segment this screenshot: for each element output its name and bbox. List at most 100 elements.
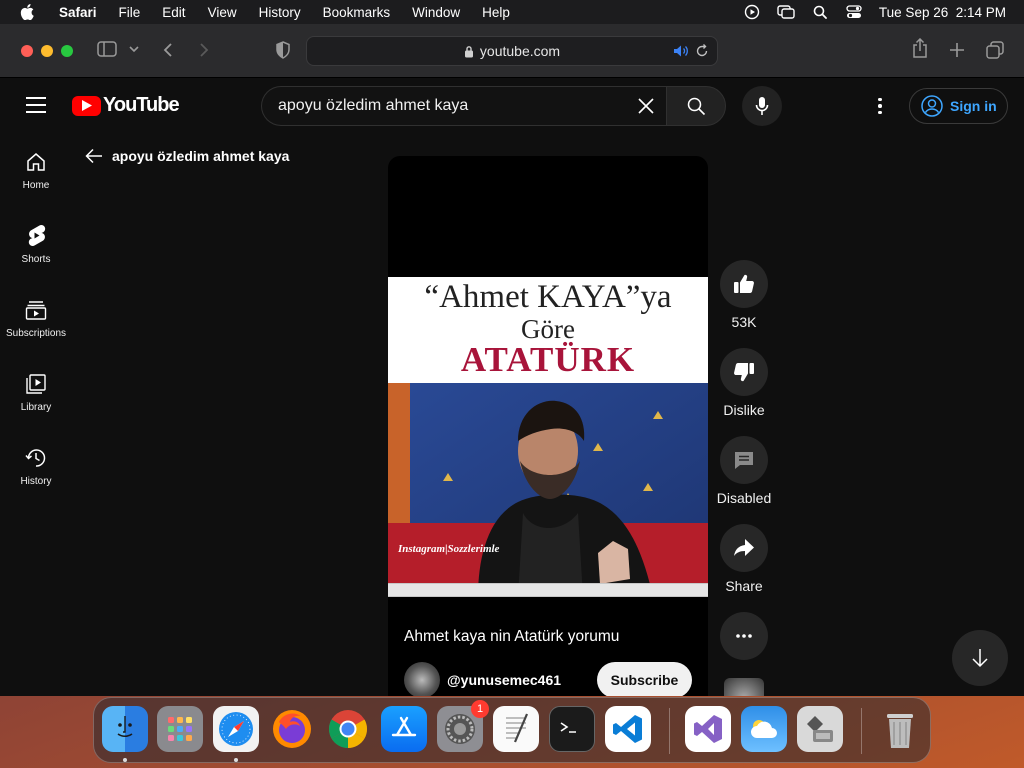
chevron-down-icon[interactable] — [129, 45, 139, 53]
nav-item-label: History — [20, 476, 52, 487]
arrow-down-icon — [972, 649, 988, 668]
screen-mirroring-icon[interactable] — [777, 4, 795, 20]
hamburger-menu-icon[interactable] — [26, 97, 46, 113]
more-options-button[interactable] — [720, 612, 768, 660]
window-controls — [21, 44, 73, 57]
account-icon — [921, 95, 943, 117]
reload-icon[interactable] — [695, 44, 709, 61]
like-button[interactable] — [720, 260, 768, 308]
next-video-button[interactable] — [952, 630, 1008, 686]
short-title[interactable]: Ahmet kaya nin Atatürk yorumu — [404, 628, 619, 646]
dislike-label: Dislike — [723, 402, 765, 418]
voice-search-button[interactable] — [742, 86, 782, 126]
dock-separator — [861, 708, 862, 754]
dock-chrome-icon[interactable] — [325, 706, 371, 752]
dock-terminal-icon[interactable] — [549, 706, 595, 752]
home-icon — [24, 150, 48, 174]
dock-running-indicator — [234, 758, 238, 762]
dock-textedit-icon[interactable] — [493, 706, 539, 752]
more-horizontal-icon — [736, 634, 752, 638]
macos-menubar: Safari File Edit View History Bookmarks … — [0, 0, 1024, 24]
back-arrow-icon[interactable] — [84, 146, 104, 166]
dock-running-indicator — [123, 758, 127, 762]
speaker-audio-icon[interactable] — [673, 44, 689, 61]
sound-avatar-thumbnail[interactable] — [724, 678, 764, 696]
channel-avatar[interactable] — [404, 662, 440, 696]
nav-item-label: Subscriptions — [5, 328, 67, 339]
sign-in-button[interactable]: Sign in — [909, 88, 1008, 124]
dock-safari-icon[interactable] — [213, 706, 259, 752]
dislike-button[interactable] — [720, 348, 768, 396]
safari-window: youtube.com YouTube apoyu özledim ahmet … — [0, 24, 1024, 696]
dock-app-store-icon[interactable] — [381, 706, 427, 752]
dock-weather-icon[interactable] — [741, 706, 787, 752]
dock-visual-studio-icon[interactable] — [685, 706, 731, 752]
privacy-shield-icon[interactable] — [275, 41, 291, 59]
zoom-window-button[interactable] — [61, 44, 73, 57]
dock-system-settings-icon[interactable]: 1 — [437, 700, 489, 752]
subscribe-button[interactable]: Subscribe — [597, 662, 692, 696]
youtube-logo[interactable]: YouTube — [72, 94, 180, 117]
dock-finder-icon[interactable] — [102, 706, 148, 752]
share-button[interactable] — [720, 524, 768, 572]
tab-overview-icon[interactable] — [986, 41, 1004, 59]
nav-item-subscriptions[interactable]: Subscriptions — [0, 282, 72, 356]
dock-migration-assistant-icon[interactable] — [797, 706, 843, 752]
nav-item-history[interactable]: History — [0, 430, 72, 504]
apple-menu-icon[interactable] — [18, 3, 36, 21]
menu-file[interactable]: File — [108, 5, 152, 20]
menu-bookmarks[interactable]: Bookmarks — [312, 5, 402, 20]
close-window-button[interactable] — [21, 44, 33, 57]
comments-button[interactable] — [720, 436, 768, 484]
dock-firefox-icon[interactable] — [269, 706, 315, 752]
settings-more-icon[interactable] — [870, 96, 890, 116]
forward-icon[interactable] — [198, 42, 210, 58]
comments-action: Disabled — [716, 436, 772, 506]
dock-vscode-icon[interactable] — [605, 706, 651, 752]
clear-search-icon[interactable] — [636, 96, 656, 116]
search-query-title: apoyu özledim ahmet kaya — [112, 148, 290, 164]
dock-launchpad-icon[interactable] — [157, 706, 203, 752]
share-icon[interactable] — [912, 38, 928, 58]
nav-item-home[interactable]: Home — [0, 134, 72, 208]
menubar-clock[interactable]: Tue Sep 26 2:14 PM — [879, 5, 1006, 20]
new-tab-icon[interactable] — [949, 42, 965, 58]
now-playing-icon[interactable] — [743, 4, 761, 20]
youtube-page: YouTube apoyu özledim ahmet kaya Sign in — [0, 78, 1024, 696]
history-icon — [24, 446, 48, 470]
nav-item-label: Library — [20, 402, 52, 413]
address-bar-url: youtube.com — [479, 43, 561, 59]
comment-icon — [735, 452, 753, 469]
nav-item-library[interactable]: Library — [0, 356, 72, 430]
like-count: 53K — [731, 314, 757, 330]
search-button[interactable] — [666, 86, 726, 126]
menu-history[interactable]: History — [248, 5, 312, 20]
microphone-icon — [755, 97, 769, 115]
video-frame-bottom-strip — [388, 584, 708, 596]
safari-toolbar: youtube.com — [0, 24, 1024, 78]
menu-window[interactable]: Window — [401, 5, 471, 20]
address-bar[interactable]: youtube.com — [306, 36, 718, 66]
youtube-header: YouTube apoyu özledim ahmet kaya Sign in — [0, 78, 1024, 134]
video-frame: Instagram|Sozzlerimle — [388, 383, 708, 597]
control-center-icon[interactable] — [845, 4, 863, 20]
subscriptions-icon — [24, 298, 48, 322]
menu-view[interactable]: View — [197, 5, 248, 20]
search-icon — [687, 97, 706, 116]
channel-name[interactable]: @yunusemec461 — [447, 672, 561, 688]
dock-trash-icon[interactable] — [877, 706, 923, 752]
minimize-window-button[interactable] — [41, 44, 53, 57]
menu-edit[interactable]: Edit — [151, 5, 196, 20]
spotlight-search-icon[interactable] — [811, 4, 829, 20]
macos-dock: 1 — [93, 697, 931, 763]
shorts-video-player[interactable]: “Ahmet KAYA”ya Göre ATATÜRK Instagram|So… — [388, 156, 708, 696]
back-icon[interactable] — [162, 42, 174, 58]
nav-item-shorts[interactable]: Shorts — [0, 208, 72, 282]
channel-row: @yunusemec461 Subscribe — [404, 662, 694, 696]
nav-item-label: Shorts — [21, 254, 51, 265]
search-input[interactable]: apoyu özledim ahmet kaya — [261, 86, 666, 126]
menu-help[interactable]: Help — [471, 5, 521, 20]
sidebar-toggle-icon[interactable] — [97, 41, 117, 57]
comments-disabled-label: Disabled — [716, 490, 772, 506]
menu-app-name[interactable]: Safari — [48, 5, 108, 20]
